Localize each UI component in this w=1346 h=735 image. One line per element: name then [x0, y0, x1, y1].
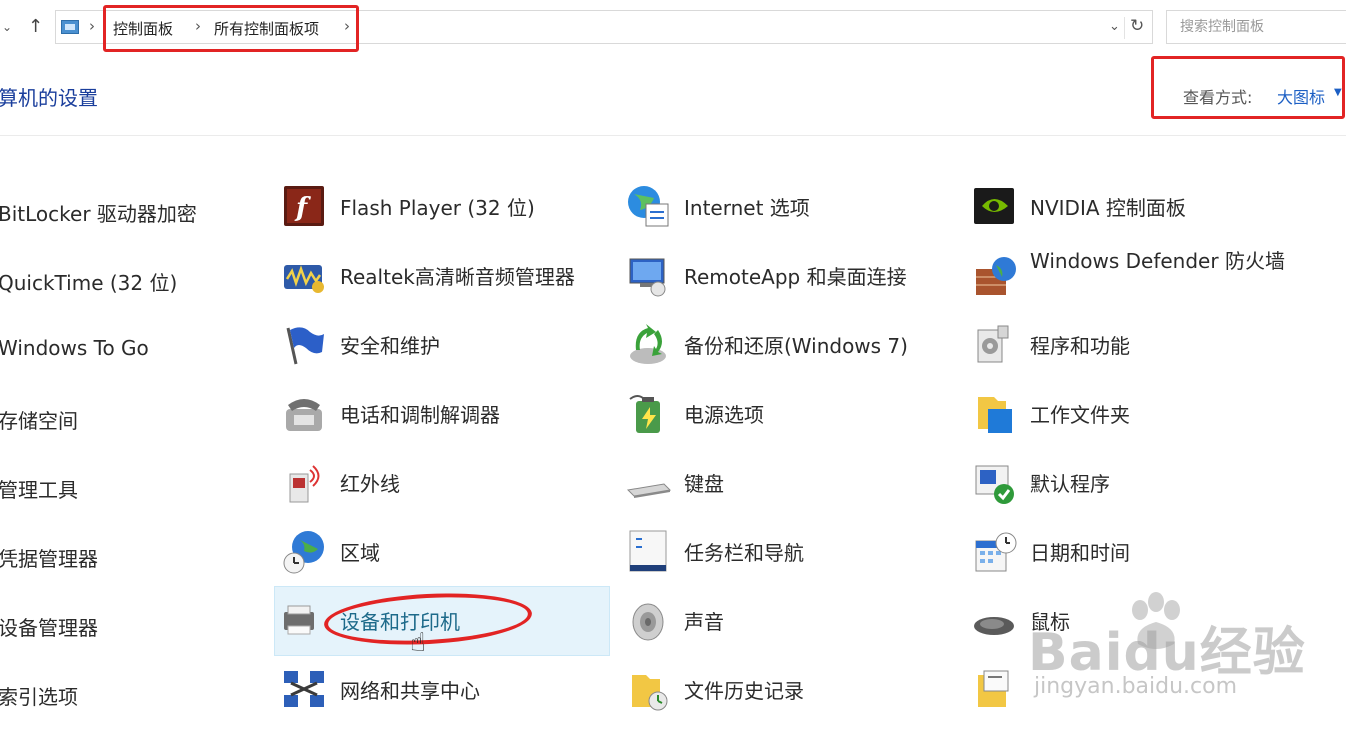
speaker-icon [632, 603, 664, 641]
item-label: 程序和功能 [1030, 334, 1130, 358]
item-label: 文件历史记录 [684, 679, 804, 703]
flash-player-icon: f [284, 186, 324, 226]
internet-options-icon [628, 186, 669, 227]
calendar-clock-icon [975, 532, 1017, 572]
remote-desktop-icon [629, 258, 666, 297]
infrared-icon [289, 465, 320, 503]
item-label: 默认程序 [1030, 472, 1110, 496]
item-label: 设备管理器 [0, 616, 98, 640]
annotation-highlight-view-mode [1151, 56, 1345, 119]
item-label: NVIDIA 控制面板 [1030, 196, 1186, 220]
item-label: QuickTime (32 位) [0, 271, 178, 295]
mouse-icon [974, 617, 1014, 635]
firewall-icon [976, 257, 1016, 295]
default-programs-icon [975, 465, 1014, 504]
item-label: BitLocker 驱动器加密 [0, 202, 197, 226]
recent-locations-chevron-icon[interactable]: ⌄ [2, 20, 12, 34]
telephone-icon [286, 399, 322, 431]
keyboard-icon [626, 483, 672, 498]
item-label: 声音 [684, 610, 724, 634]
page-title: 算机的设置 [0, 86, 98, 110]
printer-icon [284, 605, 314, 635]
item-label: Flash Player (32 位) [340, 196, 535, 220]
hand-cursor-icon: ☝ [410, 628, 426, 658]
item-label: Internet 选项 [684, 196, 810, 220]
item-label: 安全和维护 [340, 334, 440, 358]
item-label: 索引选项 [0, 685, 78, 709]
item-label: Realtek高清晰音频管理器 [340, 265, 575, 289]
item-label: 区域 [340, 541, 380, 565]
divider [1124, 17, 1125, 39]
folder-document-icon [978, 670, 1009, 707]
item-label: 红外线 [340, 472, 400, 496]
item-label: RemoteApp 和桌面连接 [684, 265, 907, 289]
battery-icon [629, 395, 660, 433]
flag-icon [286, 327, 324, 365]
refresh-icon[interactable]: ↻ [1130, 16, 1144, 36]
file-history-icon [632, 675, 668, 711]
item-label: 备份和还原(Windows 7) [684, 334, 908, 358]
item-label: 存储空间 [0, 409, 78, 433]
item-label: 网络和共享中心 [340, 679, 480, 703]
chevron-down-icon[interactable]: ⌄ [1109, 19, 1120, 34]
network-icon [284, 671, 324, 707]
programs-icon [977, 325, 1009, 363]
item-label: 键盘 [684, 472, 724, 496]
item-label: 日期和时间 [1030, 541, 1130, 565]
item-label: 电话和调制解调器 [340, 403, 500, 427]
taskbar-icon [629, 530, 667, 572]
control-panel-icon [61, 20, 79, 34]
item-label: 管理工具 [0, 478, 78, 502]
nvidia-icon [974, 188, 1014, 224]
item-label: 任务栏和导航 [684, 541, 804, 565]
annotation-highlight-breadcrumb [103, 5, 359, 52]
backup-icon [630, 324, 666, 364]
item-label: Windows Defender 防火墙 [1030, 249, 1285, 273]
work-folders-icon [978, 397, 1012, 433]
chevron-right-icon[interactable]: › [89, 17, 95, 35]
item-label: Windows To Go [0, 336, 149, 360]
audio-manager-icon [284, 265, 324, 293]
item-label: 工作文件夹 [1030, 403, 1130, 427]
globe-clock-icon [283, 531, 324, 574]
watermark-url: jingyan.baidu.com [1034, 674, 1238, 699]
address-toolbar: ⌄ ↑ › 控制面板 › 所有控制面板项 › ⌄ ↻ [0, 0, 1346, 56]
header-divider [0, 135, 1346, 136]
item-label: 电源选项 [684, 403, 764, 427]
up-arrow-icon[interactable]: ↑ [28, 16, 43, 37]
item-label: 凭据管理器 [0, 547, 98, 571]
search-input[interactable] [1166, 10, 1346, 44]
